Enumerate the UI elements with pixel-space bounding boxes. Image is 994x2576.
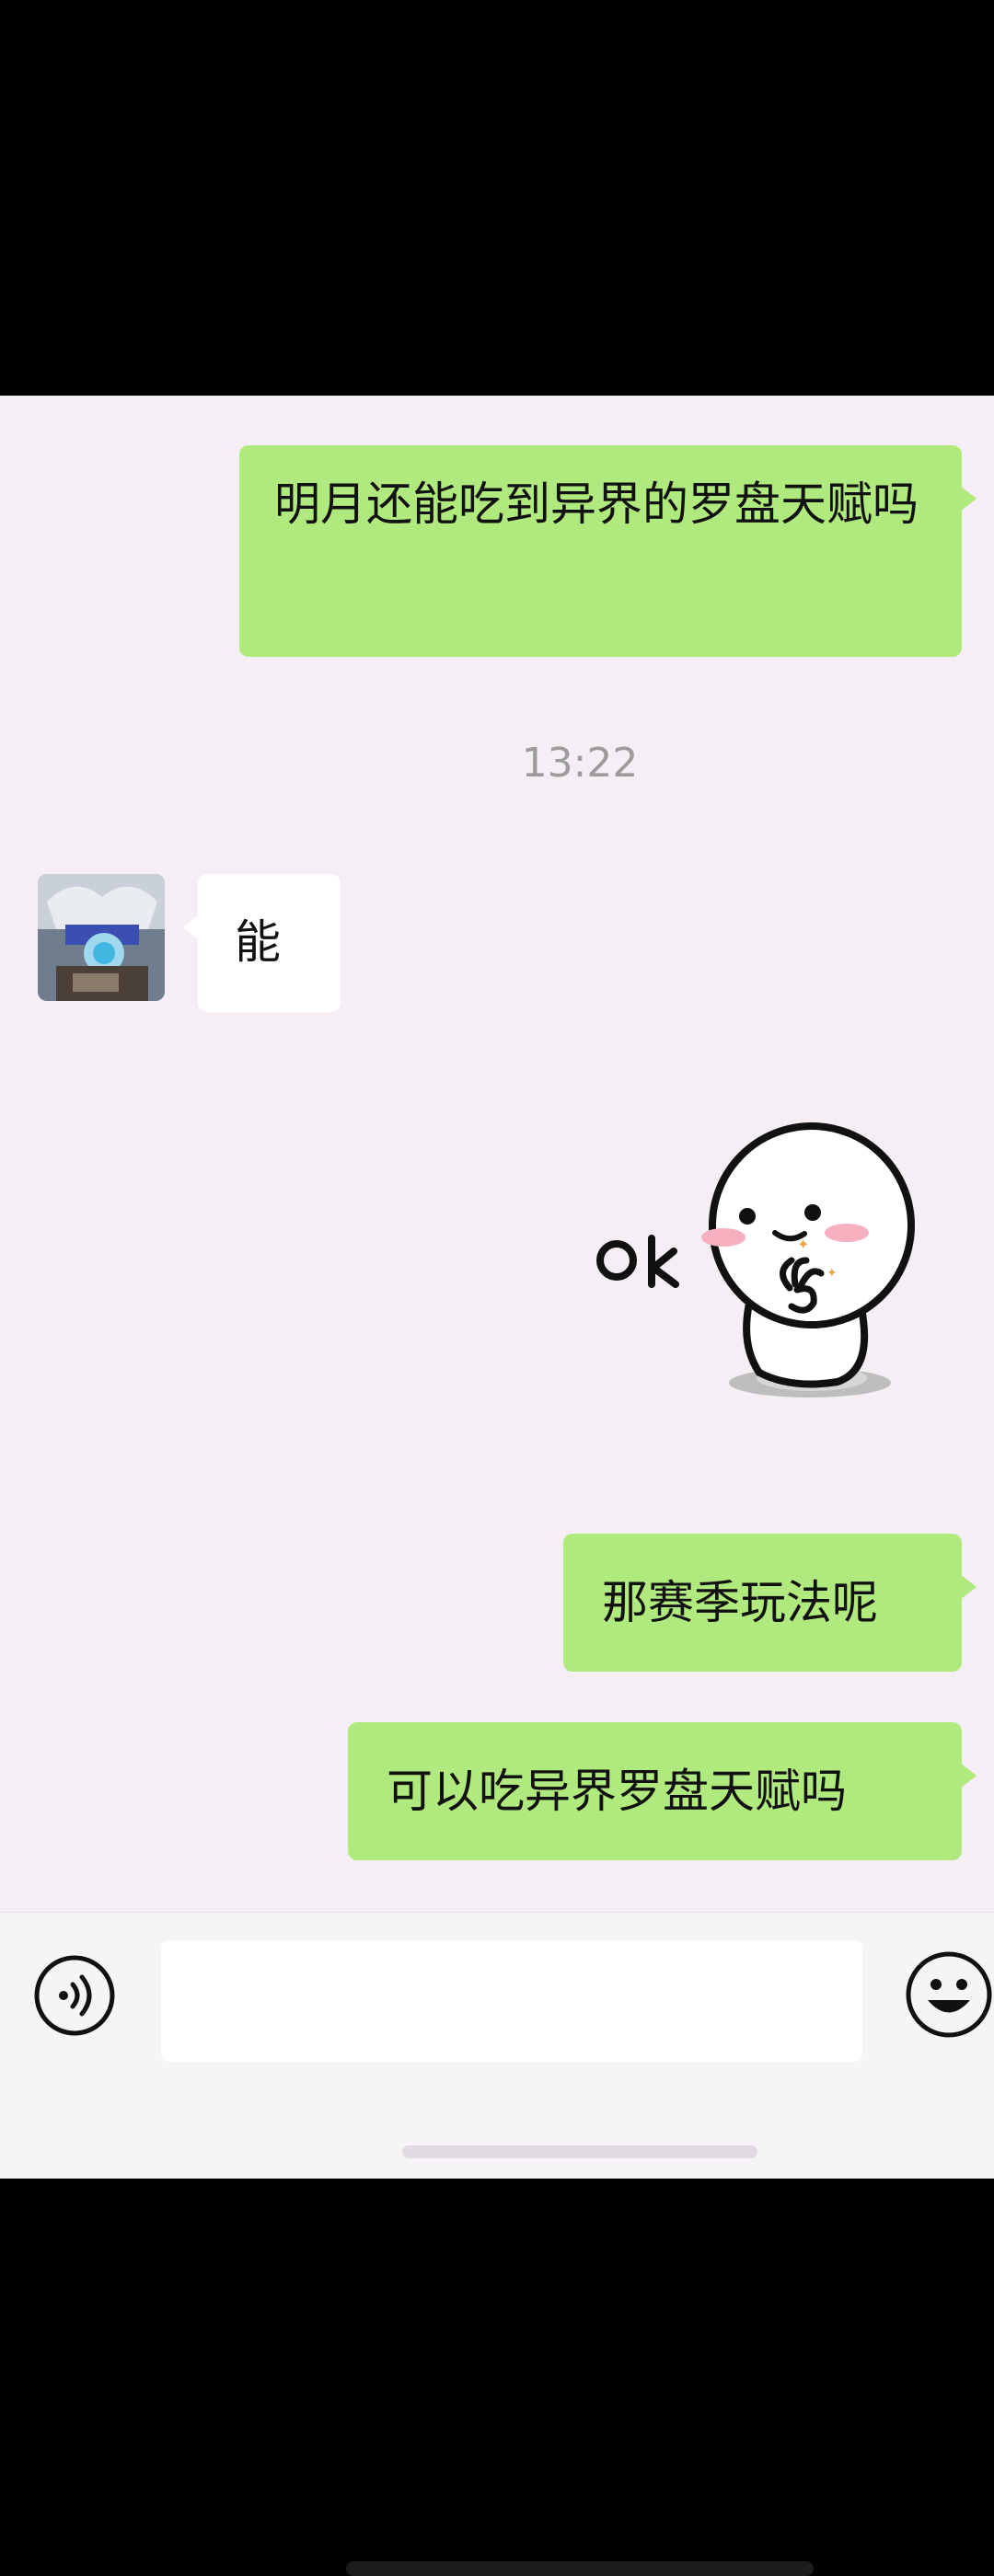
emoji-button[interactable] <box>904 1949 994 2040</box>
message-bubble-outgoing[interactable]: 那赛季玩法呢 <box>563 1534 977 1672</box>
svg-text:✦: ✦ <box>797 1236 809 1253</box>
voice-icon <box>34 1955 115 2036</box>
voice-button[interactable] <box>32 1953 117 2038</box>
message-bubble-outgoing[interactable]: 可以吃异界罗盘天赋吗 <box>348 1722 977 1860</box>
emoji-icon <box>906 1951 992 2038</box>
message-input-bar <box>0 1912 994 2179</box>
message-timestamp: 13:22 <box>521 740 639 787</box>
chat-screen: 明月还能吃到异界的罗盘天赋吗 13:22 能 ✦ ✦ 那赛季玩法呢 可以吃异界罗… <box>0 396 994 2179</box>
message-text: 那赛季玩法呢 <box>602 1576 878 1629</box>
message-text: 可以吃异界罗盘天赋吗 <box>387 1765 847 1818</box>
message-text: 能 <box>235 915 281 969</box>
home-indicator[interactable] <box>402 2145 757 2158</box>
ok-sticker[interactable]: ✦ ✦ <box>571 1122 957 1426</box>
home-indicator-bar <box>346 2561 814 2576</box>
avatar[interactable] <box>38 874 165 1001</box>
message-input[interactable] <box>161 1940 862 2062</box>
message-bubble-incoming[interactable]: 能 <box>183 874 341 1012</box>
message-bubble-outgoing[interactable]: 明月还能吃到异界的罗盘天赋吗 <box>239 445 977 657</box>
message-text: 明月还能吃到异界的罗盘天赋吗 <box>274 477 919 531</box>
svg-text:✦: ✦ <box>826 1266 838 1281</box>
